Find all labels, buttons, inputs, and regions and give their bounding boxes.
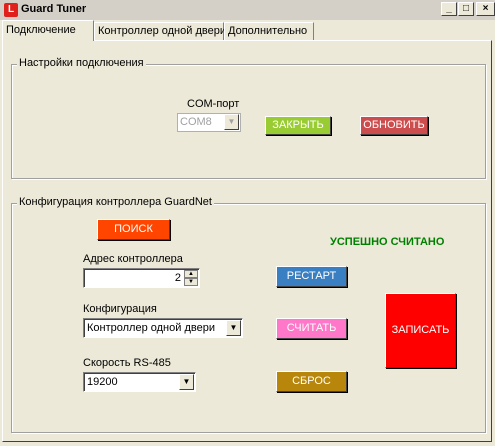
reset-button[interactable]: СБРОС [276,371,347,392]
search-button[interactable]: ПОИСК [97,219,170,240]
rs485-speed-select[interactable]: 19200 ▼ [83,372,196,392]
read-button[interactable]: СЧИТАТЬ [276,318,347,339]
com-port-select[interactable]: COM8 ▼ [177,113,241,132]
address-label: Адрес контроллера [83,253,183,265]
app-icon: L [4,3,18,17]
chevron-down-icon: ▼ [179,374,194,390]
minimize-button[interactable]: _ [441,2,457,16]
restart-button[interactable]: РЕСТАРТ [276,266,347,287]
rs485-speed-value: 19200 [87,376,118,388]
chevron-down-icon: ▼ [226,320,241,336]
title-bar[interactable]: L Guard Tuner _ □ × [0,0,495,20]
configuration-value: Контроллер одной двери [87,322,215,334]
stepper-up-icon[interactable]: ▲ [184,270,198,278]
configuration-select[interactable]: Контроллер одной двери ▼ [83,318,243,338]
tab-single-door-controller[interactable]: Контроллер одной двери [94,22,226,40]
com-port-label: COM-порт [187,98,240,110]
stepper-down-icon[interactable]: ▼ [184,278,198,286]
com-port-value: COM8 [180,116,212,128]
tab-additional[interactable]: Дополнительно [224,22,314,40]
maximize-button[interactable]: □ [458,2,474,16]
configuration-label: Конфигурация [83,303,157,315]
window-title: Guard Tuner [21,3,87,15]
controller-config-title: Конфигурация контроллера GuardNet [17,196,214,208]
status-text: УСПЕШНО СЧИТАНО [330,236,445,248]
address-stepper[interactable]: 2 ▲ ▼ [83,268,200,288]
tab-connection[interactable]: Подключение [2,20,94,41]
close-port-button[interactable]: ЗАКРЫТЬ [265,116,331,135]
write-button[interactable]: ЗАПИСАТЬ [385,293,456,368]
rs485-speed-label: Скорость RS-485 [83,357,171,369]
connection-settings-title: Настройки подключения [17,57,146,69]
chevron-down-icon: ▼ [224,114,239,130]
refresh-button[interactable]: ОБНОВИТЬ [360,116,428,135]
close-window-button[interactable]: × [476,2,495,16]
address-value: 2 [174,272,181,284]
